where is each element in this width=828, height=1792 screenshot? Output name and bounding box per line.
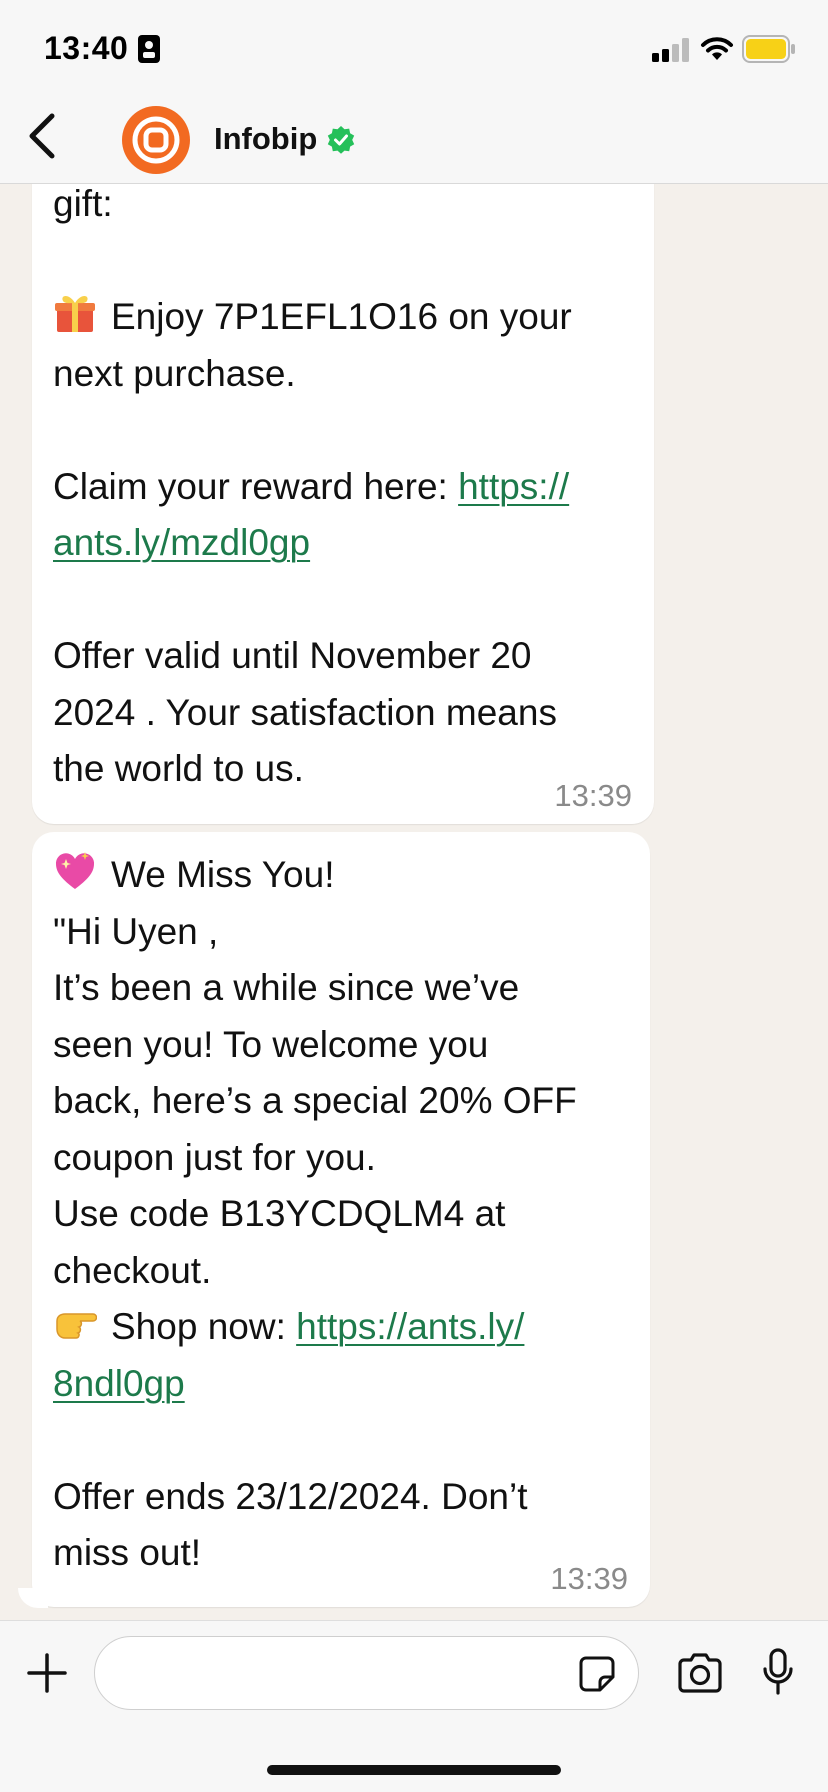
message-line-text: Use code B13YCDQLM4 at bbox=[53, 1193, 506, 1234]
message-link[interactable]: 8ndl0gp bbox=[53, 1363, 185, 1404]
message-line-text: the world to us. bbox=[53, 748, 304, 789]
back-chevron-icon[interactable] bbox=[20, 108, 64, 164]
home-indicator bbox=[267, 1765, 561, 1775]
message-line-text: miss out! bbox=[53, 1532, 202, 1573]
message-line-text: back, here’s a special 20% OFF bbox=[53, 1080, 577, 1121]
message-line-text: Enjoy 7P1EFL1O16 on your bbox=[111, 296, 572, 337]
message-line: coupon just for you. bbox=[53, 1130, 630, 1187]
message-line: Claim your reward here: https:// bbox=[53, 459, 634, 516]
message-timestamp: 13:39 bbox=[550, 1561, 628, 1596]
top-bar: 13:40 Infobip bbox=[0, 0, 828, 184]
message-line-text: It’s been a while since we’ve bbox=[53, 967, 520, 1008]
chat-screen: gift: Enjoy 7P1EFL1O16 on your next purcha… bbox=[0, 0, 828, 1792]
status-time: 13:40 bbox=[44, 30, 129, 66]
gift-emoji-icon bbox=[53, 291, 97, 335]
wifi-icon bbox=[701, 37, 733, 60]
message-line: Shop now: https://ants.ly/ bbox=[53, 1299, 630, 1356]
battery-icon bbox=[742, 35, 795, 63]
message-line-text: Shop now: bbox=[111, 1306, 297, 1347]
message-line-text: Claim your reward here: bbox=[53, 465, 459, 507]
infobip-logo-icon bbox=[123, 107, 189, 173]
message-link[interactable]: ants.ly/mzdl0gp bbox=[53, 522, 310, 563]
sparkling-heart-emoji-icon bbox=[53, 849, 97, 893]
message-line: 2024 . Your satisfaction means bbox=[53, 685, 634, 742]
microphone-icon[interactable] bbox=[762, 1648, 794, 1696]
message-line-text: 2024 . Your satisfaction means bbox=[53, 691, 557, 733]
plus-icon[interactable] bbox=[26, 1652, 68, 1694]
message-line: It’s been a while since we’ve bbox=[53, 960, 630, 1017]
message-line: back, here’s a special 20% OFF bbox=[53, 1073, 630, 1130]
message-line: Enjoy 7P1EFL1O16 on your bbox=[53, 289, 634, 346]
message-line: the world to us. bbox=[53, 741, 634, 798]
message-line: gift: bbox=[53, 176, 634, 233]
sticker-icon[interactable] bbox=[578, 1655, 616, 1693]
message-bubble-tail bbox=[18, 1588, 48, 1608]
message-line-text: We Miss You! bbox=[111, 854, 335, 895]
pointing-hand-emoji-icon bbox=[53, 1301, 98, 1345]
message-line: miss out! bbox=[53, 1525, 630, 1582]
message-line-text: Offer ends 23/12/2024. Don’t bbox=[53, 1475, 528, 1517]
verified-badge-icon bbox=[327, 126, 355, 154]
message-line: Offer ends 23/12/2024. Don’t bbox=[53, 1469, 630, 1526]
message-line-text: next purchase. bbox=[53, 352, 296, 394]
message-bubble: We Miss You! "Hi Uyen , It’s been a while … bbox=[32, 832, 650, 1607]
message-line-text: gift: bbox=[53, 183, 113, 224]
message-line: "Hi Uyen , bbox=[53, 904, 630, 961]
message-text: gift: Enjoy 7P1EFL1O16 on your next purcha… bbox=[53, 176, 634, 798]
cellular-signal-icon bbox=[652, 38, 689, 62]
message-line: ants.ly/mzdl0gp bbox=[53, 515, 634, 572]
message-line: We Miss You! bbox=[53, 847, 630, 904]
message-text: We Miss You! "Hi Uyen , It’s been a while … bbox=[53, 847, 630, 1582]
message-line-text: checkout. bbox=[53, 1249, 212, 1291]
message-line: Use code B13YCDQLM4 at bbox=[53, 1186, 630, 1243]
contact-name[interactable]: Infobip bbox=[214, 121, 317, 157]
message-line-text: "Hi Uyen , bbox=[53, 910, 219, 952]
camera-icon[interactable] bbox=[676, 1652, 724, 1694]
message-bubble: gift: Enjoy 7P1EFL1O16 on your next purcha… bbox=[32, 120, 654, 824]
message-line-text: Offer valid until November 20 bbox=[53, 635, 532, 676]
message-timestamp: 13:39 bbox=[554, 778, 632, 813]
message-line: seen you! To welcome you bbox=[53, 1017, 630, 1074]
message-link[interactable]: https:// bbox=[458, 466, 569, 507]
message-line: next purchase. bbox=[53, 346, 634, 403]
contact-avatar[interactable] bbox=[122, 106, 190, 174]
message-line: Offer valid until November 20 bbox=[53, 628, 634, 685]
message-line: checkout. bbox=[53, 1243, 630, 1300]
message-input[interactable] bbox=[94, 1636, 639, 1710]
message-line-text: seen you! To welcome you bbox=[53, 1023, 489, 1065]
message-list[interactable]: gift: Enjoy 7P1EFL1O16 on your next purcha… bbox=[0, 0, 828, 1620]
message-link[interactable]: https://ants.ly/ bbox=[296, 1306, 524, 1347]
message-line-text: coupon just for you. bbox=[53, 1136, 376, 1178]
message-line: 8ndl0gp bbox=[53, 1356, 630, 1413]
contact-card-icon bbox=[138, 35, 160, 63]
